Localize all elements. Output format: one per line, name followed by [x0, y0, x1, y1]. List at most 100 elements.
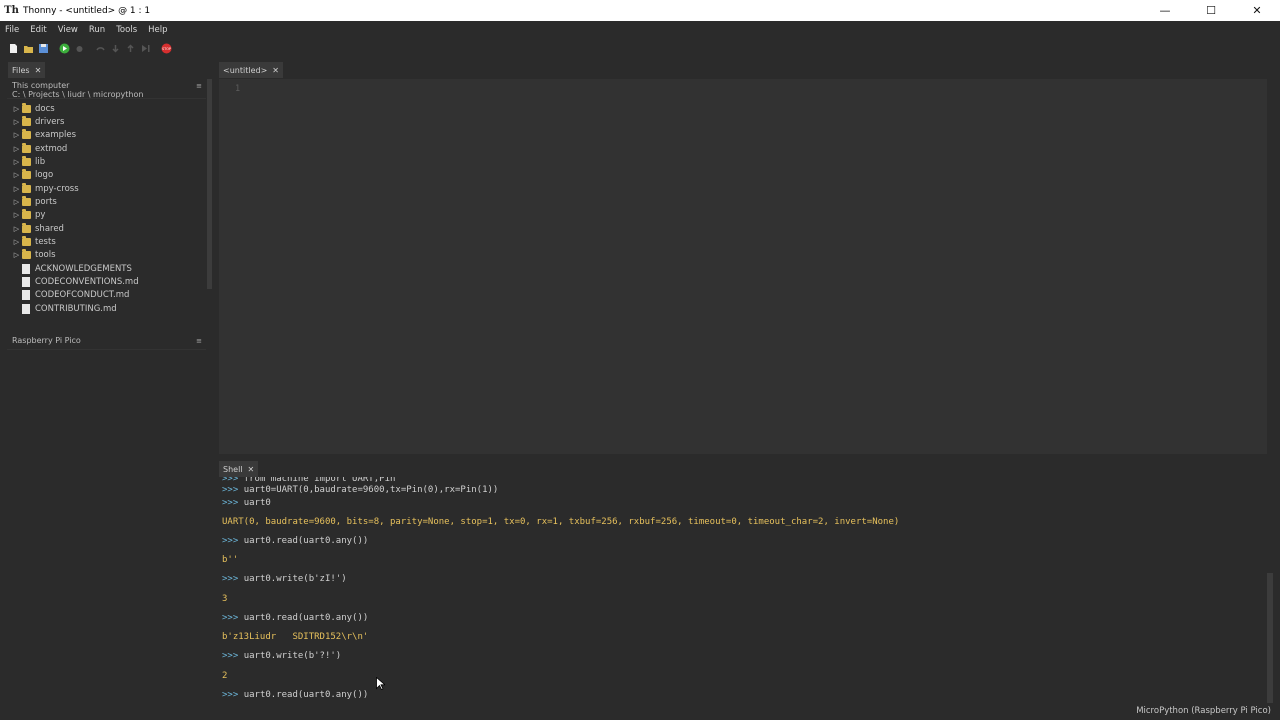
tree-folder[interactable]: ▷ tools	[7, 249, 206, 262]
stop-icon[interactable]: STOP	[160, 42, 172, 54]
close-icon[interactable]: ✕	[248, 465, 255, 474]
code-editor[interactable]: 1	[219, 79, 1267, 454]
stop-label: STOP	[162, 46, 171, 50]
folder-name: extmod	[35, 143, 68, 154]
expand-arrow-icon[interactable]: ▷	[11, 131, 22, 139]
thonny-logo-icon: Th	[4, 5, 19, 16]
editor-scrollbar[interactable]	[1267, 79, 1273, 454]
tree-folder[interactable]: ▷ docs	[7, 102, 206, 115]
minimize-button[interactable]: —	[1142, 0, 1188, 21]
expand-arrow-icon[interactable]: ▷	[11, 105, 22, 113]
location-label: This computer	[12, 81, 70, 90]
tab-files-label: Files	[12, 65, 30, 75]
line-number-gutter: 1	[219, 79, 247, 454]
expand-arrow-icon[interactable]: ▷	[11, 251, 22, 259]
folder-icon	[22, 209, 31, 220]
tree-file[interactable]: CONTRIBUTING.md	[7, 302, 206, 315]
run-icon[interactable]	[58, 42, 70, 54]
folder-icon	[22, 236, 31, 247]
shell-prompt: >>>	[222, 498, 239, 508]
tree-folder[interactable]: ▷ examples	[7, 129, 206, 142]
folder-name: mpy-cross	[35, 183, 79, 194]
location-path: C: \ Projects \ liudr \ micropython	[12, 90, 144, 99]
files-tab-bar: Files ✕	[0, 62, 212, 78]
tree-folder[interactable]: ▷ drivers	[7, 115, 206, 128]
expand-arrow-icon[interactable]: ▷	[11, 171, 22, 179]
new-file-icon[interactable]	[7, 42, 19, 54]
close-button[interactable]: ✕	[1234, 0, 1280, 21]
folder-icon	[22, 102, 31, 113]
shell-input-line: >>> uart0.read(uart0.any())	[222, 536, 368, 546]
menu-edit[interactable]: Edit	[30, 25, 46, 35]
tree-folder[interactable]: ▷ shared	[7, 222, 206, 235]
resume-icon[interactable]	[139, 42, 151, 54]
menu-run[interactable]: Run	[89, 25, 105, 35]
tree-file[interactable]: CODECONVENTIONS.md	[7, 275, 206, 288]
tab-files[interactable]: Files ✕	[8, 62, 46, 78]
shell-scrollbar[interactable]	[1267, 573, 1273, 703]
tree-file[interactable]: CODEOFCONDUCT.md	[7, 289, 206, 302]
shell-result: UART(0, baudrate=9600, bits=8, parity=No…	[222, 517, 900, 527]
folder-name: docs	[35, 103, 55, 114]
maximize-button[interactable]: ☐	[1188, 0, 1234, 21]
step-over-icon[interactable]	[94, 42, 106, 54]
files-scrollbar[interactable]	[207, 79, 212, 289]
shell-command: uart0=UART(0,baudrate=9600,tx=Pin(0),rx=…	[243, 485, 499, 495]
shell-input-line: >>> from machine import UART,Pin	[222, 477, 395, 484]
menu-help[interactable]: Help	[148, 25, 167, 35]
shell-result: 2	[222, 671, 228, 681]
tree-folder[interactable]: ▷ extmod	[7, 142, 206, 155]
menu-icon[interactable]: ≡	[196, 82, 202, 91]
tab-untitled[interactable]: <untitled> ✕	[219, 62, 283, 78]
file-name: ACKNOWLEDGEMENTS	[35, 263, 132, 274]
expand-arrow-icon[interactable]: ▷	[11, 238, 22, 246]
shell-result: b'z13Liudr SDITRD152\r\n'	[222, 632, 369, 642]
tree-file[interactable]: ACKNOWLEDGEMENTS	[7, 262, 206, 275]
status-bar: MicroPython (Raspberry Pi Pico)	[0, 703, 1280, 720]
folder-name: lib	[35, 157, 46, 168]
menu-view[interactable]: View	[58, 25, 78, 35]
shell-command: from machine import UART,Pin	[243, 477, 396, 484]
expand-arrow-icon[interactable]: ▷	[11, 158, 22, 166]
menu-file[interactable]: File	[5, 25, 19, 35]
tree-folder[interactable]: ▷ ports	[7, 195, 206, 208]
close-icon[interactable]: ✕	[272, 66, 279, 75]
tree-folder[interactable]: ▷ logo	[7, 169, 206, 182]
expand-arrow-icon[interactable]: ▷	[11, 185, 22, 193]
device-panel: Raspberry Pi Pico ≡	[7, 333, 206, 703]
shell-console[interactable]: >>> from machine import UART,Pin >>> uart…	[219, 477, 1267, 705]
shell-command: uart0	[243, 498, 271, 508]
save-icon[interactable]	[37, 42, 49, 54]
folder-icon	[22, 196, 31, 207]
tree-folder[interactable]: ▷ mpy-cross	[7, 182, 206, 195]
step-into-icon[interactable]	[109, 42, 121, 54]
shell-input-line: >>> uart0.read(uart0.any())	[222, 690, 368, 700]
expand-arrow-icon[interactable]: ▷	[11, 118, 22, 126]
expand-arrow-icon[interactable]: ▷	[11, 225, 22, 233]
tree-folder[interactable]: ▷ py	[7, 209, 206, 222]
shell-input-line: >>> uart0=UART(0,baudrate=9600,tx=Pin(0)…	[222, 485, 498, 495]
tree-folder[interactable]: ▷ tests	[7, 235, 206, 248]
menu-icon[interactable]: ≡	[196, 337, 202, 345]
expand-arrow-icon[interactable]: ▷	[11, 145, 22, 153]
tab-shell[interactable]: Shell ✕	[219, 461, 259, 477]
shell-prompt: >>>	[222, 690, 239, 700]
shell-input-line: >>> uart0	[222, 498, 271, 508]
shell-prompt: >>>	[222, 613, 239, 623]
shell-prompt: >>>	[222, 651, 239, 661]
open-icon[interactable]	[22, 42, 34, 54]
interpreter-status[interactable]: MicroPython (Raspberry Pi Pico)	[1136, 706, 1271, 716]
device-title: Raspberry Pi Pico	[12, 336, 81, 345]
expand-arrow-icon[interactable]: ▷	[11, 211, 22, 219]
shell-output-line: 3	[222, 594, 227, 604]
file-tree: ▷ docs ▷ drivers ▷ examples ▷ extmod ▷ lib ▷ logo ▷ m…	[7, 99, 206, 316]
shell-command: uart0.write(b'?!')	[243, 651, 342, 661]
folder-name: ports	[35, 197, 57, 208]
menu-tools[interactable]: Tools	[116, 25, 137, 35]
debug-icon[interactable]	[73, 42, 85, 54]
step-out-icon[interactable]	[124, 42, 136, 54]
file-name: CODECONVENTIONS.md	[35, 277, 139, 288]
close-icon[interactable]: ✕	[35, 66, 42, 75]
tree-folder[interactable]: ▷ lib	[7, 155, 206, 168]
expand-arrow-icon[interactable]: ▷	[11, 198, 22, 206]
